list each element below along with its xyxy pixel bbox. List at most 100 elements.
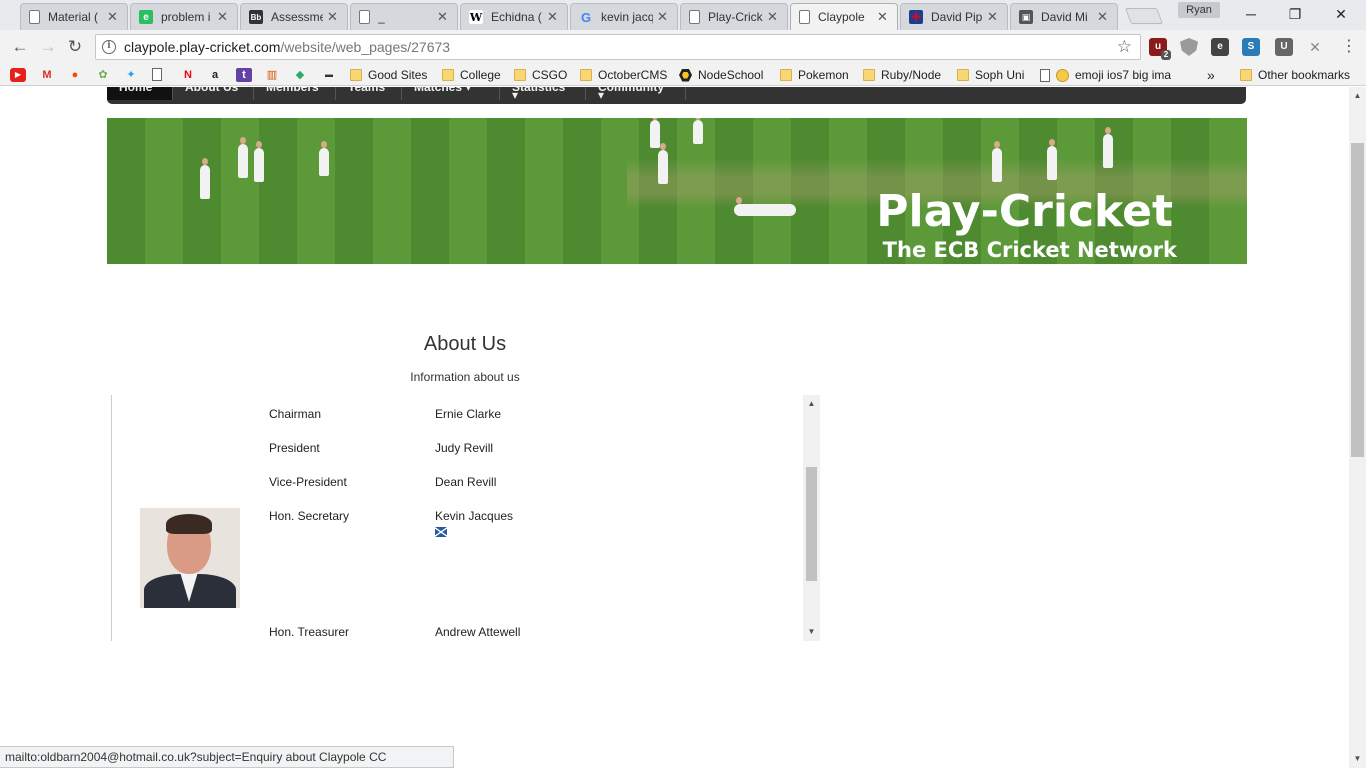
cricket-player — [650, 118, 660, 148]
officer-row: Chairman Ernie Clarke — [112, 407, 802, 427]
tab-underscore[interactable]: _ ✕ — [350, 3, 458, 30]
tools-extension-icon[interactable]: ✕ — [1306, 38, 1324, 56]
extension-badge: 2 — [1161, 50, 1171, 60]
doc-icon — [29, 10, 40, 24]
netflix-icon[interactable]: N — [180, 68, 196, 82]
gmail-icon[interactable]: M — [39, 68, 55, 82]
pocket-extension-icon[interactable]: U — [1275, 38, 1293, 56]
nav-teams[interactable]: Teams — [336, 87, 402, 100]
close-icon[interactable]: ✕ — [657, 9, 669, 25]
close-window-button[interactable]: ✕ — [1326, 4, 1356, 24]
nav-community[interactable]: Community ▾ — [586, 87, 686, 101]
nav-matches[interactable]: Matches ▾ — [402, 87, 500, 100]
cricket-player — [200, 158, 210, 199]
close-icon[interactable]: ✕ — [217, 9, 229, 25]
bookmark-emoji[interactable]: emoji ios7 big ima — [1040, 66, 1178, 84]
scrollbar-thumb[interactable] — [1351, 143, 1364, 457]
uk-flag-icon: ✚ — [909, 10, 923, 24]
amazon-icon[interactable]: a — [207, 68, 223, 82]
parliament-icon: ▣ — [1019, 10, 1033, 24]
bookmark-college[interactable]: College — [442, 66, 501, 84]
officer-role: Chairman — [269, 407, 322, 421]
tab-title: Echidna ( — [491, 10, 542, 24]
profile-button[interactable]: Ryan — [1178, 2, 1220, 18]
folder-icon — [580, 69, 592, 81]
nav-statistics[interactable]: Statistics ▾ — [500, 87, 586, 101]
tab-claypole[interactable]: Claypole ✕ — [790, 3, 898, 30]
s-extension-icon[interactable]: S — [1242, 38, 1260, 56]
address-bar[interactable]: i claypole.play-cricket.com/website/web_… — [95, 34, 1141, 60]
email-icon[interactable] — [435, 527, 447, 537]
nav-home[interactable]: Home — [107, 87, 173, 100]
tab-problem[interactable]: e problem i ✕ — [130, 3, 238, 30]
minimize-button[interactable]: ─ — [1236, 4, 1266, 24]
wimx-icon[interactable]: ▬ — [318, 68, 340, 82]
officer-role: Hon. Treasurer — [269, 625, 350, 639]
site-navbar: Home About Us Members Teams Matches ▾ St… — [107, 87, 1246, 104]
bookmark-good-sites[interactable]: Good Sites — [350, 66, 427, 84]
scrollbar-thumb[interactable] — [806, 467, 817, 581]
new-tab-button[interactable] — [1125, 8, 1163, 24]
close-icon[interactable]: ✕ — [877, 9, 889, 25]
other-bookmarks[interactable]: Other bookmarks — [1240, 66, 1350, 84]
reddit-icon[interactable]: ● — [67, 68, 83, 82]
officers-list[interactable]: Chairman Ernie Clarke President Judy Rev… — [111, 395, 821, 641]
tab-assessment[interactable]: Bb Assessme ✕ — [240, 3, 348, 30]
evernote-ext-icon[interactable]: e — [1211, 38, 1229, 56]
scroll-down-arrow-icon[interactable]: ▼ — [1349, 752, 1366, 766]
nav-members[interactable]: Members — [254, 87, 336, 100]
back-button[interactable]: ← — [9, 36, 31, 58]
tab-title: problem i — [161, 10, 211, 24]
bookmark-soph-uni[interactable]: Soph Uni — [957, 66, 1024, 84]
close-icon[interactable]: ✕ — [107, 9, 119, 25]
close-icon[interactable]: ✕ — [327, 9, 339, 25]
officers-scrollbar[interactable]: ▲ ▼ — [803, 395, 820, 641]
officer-role: Hon. Secretary — [269, 509, 350, 523]
tab-david-pip[interactable]: ✚ David Pip ✕ — [900, 3, 1008, 30]
bookmark-ruby-node[interactable]: Ruby/Node — [863, 66, 941, 84]
cricket-player — [254, 141, 264, 182]
close-icon[interactable]: ✕ — [547, 9, 559, 25]
tab-david-mi[interactable]: ▣ David Mi ✕ — [1010, 3, 1118, 30]
close-icon[interactable]: ✕ — [987, 9, 999, 25]
tab-material[interactable]: Material ( ✕ — [20, 3, 128, 30]
android-icon[interactable]: ◆ — [292, 68, 308, 82]
bookmark-csgo[interactable]: CSGO — [514, 66, 567, 84]
folder-icon — [1240, 69, 1252, 81]
info-icon[interactable]: i — [102, 40, 116, 54]
twitter-icon[interactable]: ✦ — [123, 68, 139, 82]
shield-icon[interactable] — [1180, 38, 1198, 56]
tab-title: Play-Crick — [708, 10, 763, 24]
bookmark-octobercms[interactable]: OctoberCMS — [580, 66, 667, 84]
page-scrollbar[interactable]: ▲ ▼ — [1349, 87, 1366, 768]
doc-icon — [1040, 68, 1050, 82]
nav-about-us[interactable]: About Us — [173, 87, 254, 100]
officer-name: Dean Revill — [435, 475, 497, 489]
tab-echidna[interactable]: W Echidna ( ✕ — [460, 3, 568, 30]
close-icon[interactable]: ✕ — [767, 9, 779, 25]
close-icon[interactable]: ✕ — [437, 9, 449, 25]
scroll-up-arrow-icon[interactable]: ▲ — [1349, 89, 1366, 103]
url-path: /website/web_pages/27673 — [280, 39, 451, 55]
tab-play-cricket[interactable]: Play-Crick ✕ — [680, 3, 788, 30]
tab-kevin-jacques-search[interactable]: G kevin jacq ✕ — [570, 3, 678, 30]
browser-toolbar: ← → ↻ i claypole.play-cricket.com/websit… — [0, 30, 1366, 64]
scroll-up-arrow-icon[interactable]: ▲ — [803, 397, 820, 411]
bookmark-nodeschool[interactable]: NodeSchool — [679, 66, 763, 84]
youtube-icon[interactable]: ▶ — [10, 68, 26, 82]
tab-title: Assessme — [271, 10, 323, 24]
bookmark-star-icon[interactable]: ☆ — [1117, 37, 1132, 57]
restore-button[interactable]: ❐ — [1280, 4, 1310, 24]
bookmarks-overflow-button[interactable]: » — [1207, 66, 1215, 84]
menu-icon[interactable]: ⋮ — [1338, 36, 1360, 58]
leaf-icon[interactable]: ✿ — [95, 68, 111, 82]
reload-button[interactable]: ↻ — [64, 36, 86, 58]
scroll-down-arrow-icon[interactable]: ▼ — [803, 625, 820, 639]
bookmark-pokemon[interactable]: Pokemon — [780, 66, 849, 84]
twitch-icon[interactable]: t — [236, 68, 252, 82]
forward-button[interactable]: → — [37, 36, 59, 58]
doc-icon[interactable] — [152, 68, 168, 82]
popcorn-icon[interactable]: ▥ — [264, 68, 280, 82]
close-icon[interactable]: ✕ — [1097, 9, 1109, 25]
url-host: claypole.play-cricket.com — [124, 39, 281, 55]
